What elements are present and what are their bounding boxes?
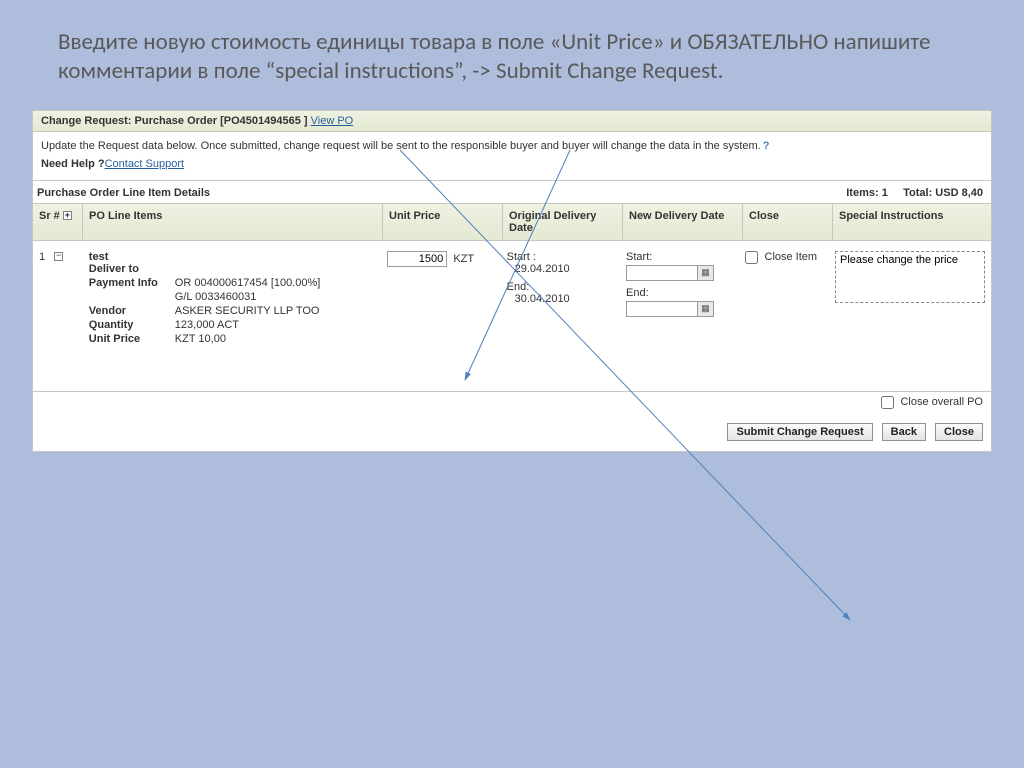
col-close: Close bbox=[743, 204, 833, 240]
need-help-label: Need Help ? bbox=[41, 158, 105, 170]
calendar-icon[interactable]: ▦ bbox=[698, 301, 714, 317]
back-button[interactable]: Back bbox=[882, 423, 926, 441]
new-end-label: End: bbox=[626, 287, 733, 299]
header-title-prefix: Change Request: Purchase Order [ bbox=[41, 115, 224, 127]
section-title-bar: Purchase Order Line Item Details Items: … bbox=[33, 180, 991, 203]
panel-header: Change Request: Purchase Order [PO450149… bbox=[33, 111, 991, 132]
close-overall-checkbox[interactable] bbox=[881, 396, 894, 409]
quantity-label: Quantity bbox=[89, 319, 175, 331]
submit-change-request-button[interactable]: Submit Change Request bbox=[727, 423, 872, 441]
payment-info-2: G/L 0033460031 bbox=[175, 291, 375, 303]
vendor-label: Vendor bbox=[89, 305, 175, 317]
info-text: Update the Request data below. Once subm… bbox=[41, 140, 761, 152]
orig-start-value: 29.04.2010 bbox=[507, 263, 614, 275]
col-special: Special Instructions bbox=[833, 204, 991, 240]
expand-all-icon[interactable]: + bbox=[63, 211, 72, 220]
po-number: PO4501494565 bbox=[224, 115, 301, 127]
close-item-checkbox[interactable] bbox=[745, 251, 758, 264]
collapse-row-icon[interactable]: − bbox=[54, 252, 63, 261]
unit-price-input[interactable] bbox=[387, 251, 447, 267]
close-item-option[interactable]: Close Item bbox=[745, 251, 817, 263]
items-label: Items: bbox=[846, 187, 878, 199]
change-request-panel: Change Request: Purchase Order [PO450149… bbox=[32, 110, 992, 452]
instruction-text: Введите новую стоимость единицы товара в… bbox=[58, 28, 964, 86]
orig-end-value: 30.04.2010 bbox=[507, 293, 614, 305]
col-po-line: PO Line Items bbox=[83, 204, 383, 240]
col-new-date: New Delivery Date bbox=[623, 204, 743, 240]
item-name: test bbox=[89, 251, 109, 263]
currency-label: KZT bbox=[453, 253, 474, 265]
close-item-label: Close Item bbox=[765, 251, 818, 263]
quantity-value: 123,000 ACT bbox=[175, 319, 375, 331]
col-orig-date: Original Delivery Date bbox=[503, 204, 623, 240]
vendor-value: ASKER SECURITY LLP TOO bbox=[175, 305, 375, 317]
calendar-icon[interactable]: ▦ bbox=[698, 265, 714, 281]
section-title: Purchase Order Line Item Details bbox=[37, 187, 210, 199]
view-po-link[interactable]: View PO bbox=[311, 115, 354, 127]
close-button[interactable]: Close bbox=[935, 423, 983, 441]
col-unit-price: Unit Price bbox=[383, 204, 503, 240]
close-overall-label: Close overall PO bbox=[900, 396, 983, 408]
grid-header: Sr # + PO Line Items Unit Price Original… bbox=[33, 203, 991, 241]
row-sr: 1 bbox=[39, 251, 45, 263]
orig-end-label: End: bbox=[507, 281, 614, 293]
close-overall-row: Close overall PO bbox=[33, 391, 991, 415]
info-block: Update the Request data below. Once subm… bbox=[33, 132, 991, 180]
special-instructions-input[interactable] bbox=[835, 251, 985, 303]
table-row: 1 − test Deliver to Payment InfoOR 00400… bbox=[33, 241, 991, 391]
unit-price-label-k: Unit Price bbox=[89, 333, 175, 345]
deliver-to-label: Deliver to bbox=[89, 263, 139, 275]
new-start-label: Start: bbox=[626, 251, 733, 263]
items-count: 1 bbox=[882, 187, 888, 199]
orig-start-label: Start : bbox=[507, 251, 614, 263]
total-value: USD 8,40 bbox=[935, 187, 983, 199]
total-label: Total: bbox=[903, 187, 932, 199]
close-overall-option[interactable]: Close overall PO bbox=[881, 396, 983, 408]
payment-info-1: OR 004000617454 [100.00%] bbox=[175, 277, 375, 289]
contact-support-link[interactable]: Contact Support bbox=[105, 158, 185, 170]
unit-price-value-label: KZT 10,00 bbox=[175, 333, 375, 345]
new-end-date-input[interactable] bbox=[626, 301, 698, 317]
col-sr: Sr # bbox=[39, 210, 60, 222]
new-start-date-input[interactable] bbox=[626, 265, 698, 281]
header-title-suffix: ] bbox=[301, 115, 311, 127]
help-icon[interactable]: ? bbox=[763, 140, 770, 152]
payment-info-label: Payment Info bbox=[89, 277, 175, 289]
button-bar: Submit Change Request Back Close bbox=[33, 415, 991, 451]
